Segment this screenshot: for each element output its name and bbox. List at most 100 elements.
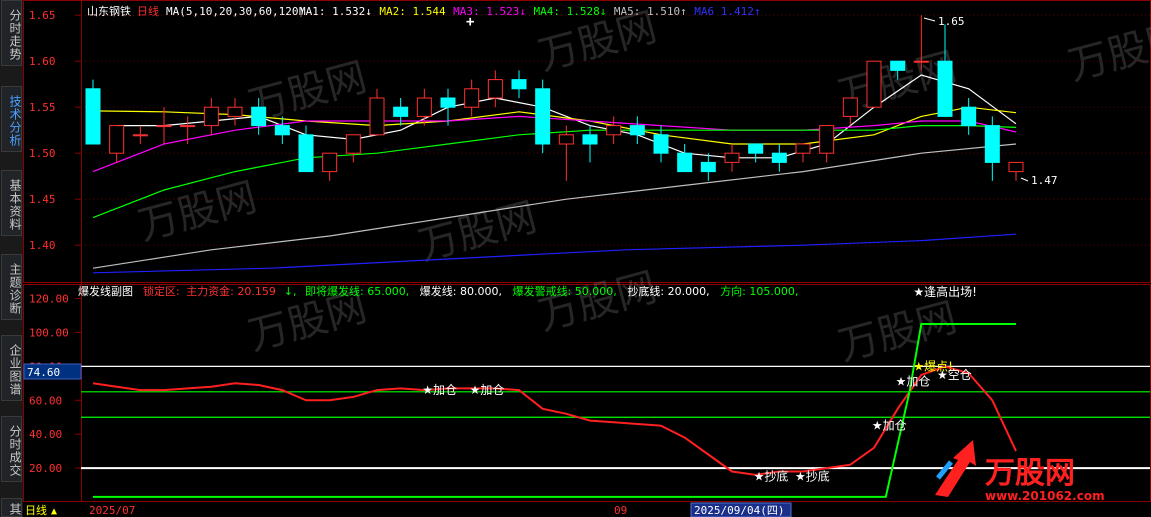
price-tick-label: 1.55 — [29, 101, 56, 114]
indicator-tick-label: 20.00 — [29, 462, 62, 475]
cursor-value-box: 74.60 — [23, 363, 82, 380]
watermark-brand: 万股网 — [1064, 14, 1151, 89]
signal-label: ★逢高出场! — [913, 284, 977, 299]
candle — [156, 107, 172, 144]
low-price-label: 1.47 — [1031, 174, 1058, 187]
candle — [345, 134, 361, 163]
date-cursor: 2025/09/04(四) — [694, 504, 784, 517]
candle — [819, 125, 835, 163]
candle — [464, 79, 480, 117]
indicator-param-0: 锁定区: — [143, 284, 180, 298]
candle — [795, 143, 811, 163]
candle — [606, 116, 622, 144]
indicator-param-2: ↓, — [284, 285, 297, 298]
candle — [984, 116, 1000, 181]
period-label: 日线 — [137, 4, 159, 18]
month-mark: 09 — [614, 504, 627, 517]
indicator-param-3: 即将爆发线: 65.000, — [305, 284, 409, 298]
ma-readout-1: MA1: 1.532↓ — [299, 5, 372, 18]
candle — [913, 15, 929, 71]
tab-company-graph[interactable]: 企业图谱 — [1, 335, 22, 401]
signal-label: ★抄底 — [795, 469, 830, 484]
candle — [866, 60, 882, 108]
signal-label: ★加仓 — [422, 383, 457, 397]
ma-readout-4: MA4: 1.528↓ — [534, 5, 607, 18]
price-tick-label: 1.60 — [29, 55, 56, 68]
bottom-bar: 日线 ▲ 2025/07 09 2025/09/04(四) — [23, 502, 1151, 517]
ma-line-ma3 — [92, 115, 1017, 173]
stock-chart[interactable]: 万股网 万股网 万股网 万股网 万股网 万股网 万股网 万股网 万股网 山东钢铁… — [23, 0, 1151, 517]
candle — [227, 98, 243, 126]
candle — [535, 79, 551, 154]
candle — [771, 144, 787, 172]
price-tick-label: 1.65 — [29, 9, 56, 22]
tab-other[interactable]: 其 — [1, 498, 22, 517]
indicator-param-1: 主力资金: 20.159 — [186, 284, 276, 298]
candle — [369, 88, 385, 136]
date-left: 2025/07 — [89, 504, 135, 517]
candle — [677, 144, 693, 173]
candle — [629, 116, 645, 144]
signal-label: ★加仓 — [896, 375, 931, 389]
indicator-tick-label: 100.00 — [29, 326, 69, 339]
candle — [961, 98, 977, 135]
watermark-brand: 万股网 — [134, 174, 262, 249]
candle — [109, 125, 125, 163]
signal-label: ★加仓 — [872, 419, 907, 433]
candle — [85, 79, 101, 145]
candle — [724, 144, 740, 172]
indicator-header: 爆发线副图 锁定区: 主力资金: 20.159 ↓, 即将爆发线: 65.000, 爆发… — [78, 284, 798, 298]
candle — [700, 153, 716, 181]
logo-brand-text: 万股网 — [985, 456, 1075, 491]
indicator-tick-label: 120.00 — [29, 293, 69, 306]
tab-fundamentals[interactable]: 基本资料 — [1, 170, 22, 236]
period-triangle-icon: ▲ — [51, 506, 57, 517]
high-marker: 1.65 — [923, 15, 965, 28]
cursor-value: 74.60 — [27, 366, 60, 379]
low-marker: 1.47 — [1020, 174, 1058, 187]
candle — [1008, 161, 1024, 181]
candle — [582, 125, 598, 163]
indicator-param-7: 方向: 105.000, — [720, 284, 798, 298]
indicator-tick-label: 40.00 — [29, 428, 62, 441]
stock-name: 山东钢铁 — [87, 5, 131, 18]
tab-theme-diagnosis[interactable]: 主题诊断 — [1, 254, 22, 320]
signal-label: ★空仓 — [937, 368, 972, 382]
ma-params: MA(5,10,20,30,60,120) — [166, 5, 305, 18]
high-price-label: 1.65 — [938, 15, 965, 28]
watermark-logo: 万股网 www.201062.com — [935, 440, 1105, 503]
candle — [653, 125, 669, 163]
signal-label: ★加仓 — [470, 383, 505, 397]
candle — [487, 70, 503, 108]
ma-readout-5: MA5: 1.510↑ — [614, 5, 687, 18]
watermark: 万股网 万股网 万股网 万股网 万股网 万股网 万股网 万股网 万股网 — [134, 4, 1151, 369]
indicator-param-5: 爆发警戒线: 50.000, — [513, 284, 617, 298]
price-tick-label: 1.40 — [29, 239, 56, 252]
watermark-brand: 万股网 — [534, 264, 662, 339]
ma-readout-2: MA2: 1.544 — [379, 5, 446, 18]
indicator-param-4: 爆发线: 80.000, — [420, 284, 502, 298]
candle — [322, 152, 338, 181]
tab-technical-analysis[interactable]: 技术分析 — [1, 86, 22, 152]
indicator-param-6: 抄底线: 20.000, — [627, 284, 709, 298]
candle — [937, 24, 953, 117]
candle — [748, 143, 764, 163]
logo-url-text: www.201062.com — [985, 489, 1105, 503]
indicator-title: 爆发线副图 — [78, 284, 133, 298]
ma-readout-6: MA6 1.412↑ — [694, 5, 760, 18]
watermark-brand: 万股网 — [834, 294, 962, 369]
tab-time-and-sales[interactable]: 分时成交 — [1, 416, 22, 482]
bottom-period-label: 日线 — [25, 503, 47, 517]
tab-fenshi[interactable]: 分时走势 — [1, 0, 22, 66]
signal-label: ★抄底 — [754, 469, 789, 484]
price-header: 山东钢铁 日线 MA(5,10,20,30,60,120) MA1: 1.532… — [87, 4, 761, 18]
indicator-tick-label: 60.00 — [29, 394, 62, 407]
candle — [416, 88, 432, 126]
candle — [132, 125, 148, 144]
price-tick-label: 1.50 — [29, 147, 56, 160]
ma-line-ma6 — [92, 233, 1017, 274]
sidebar: 分时走势 技术分析 基本资料 主题诊断 企业图谱 分时成交 其 — [0, 0, 23, 517]
candle — [511, 70, 527, 98]
price-tick-label: 1.45 — [29, 193, 56, 206]
candle — [203, 98, 219, 135]
